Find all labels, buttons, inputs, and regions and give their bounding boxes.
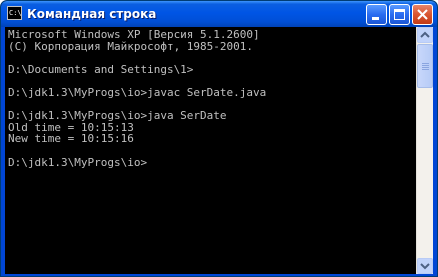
window-frame-right[interactable] [433,27,437,276]
minimize-icon [372,17,379,20]
console-line: D:\Documents and Settings\1> [8,62,194,76]
close-icon [417,9,428,20]
cmd-icon[interactable]: C:\ [7,6,22,20]
scroll-grip-line [422,63,429,64]
minimize-button[interactable] [366,4,387,25]
scroll-up-arrow-icon [420,31,430,38]
console-line: (С) Корпорация Майкрософт, 1985-2001. [8,39,254,53]
cmd-window: C:\ Командная строка Microsoft Windows X… [0,0,438,277]
scroll-grip-line [422,65,429,66]
scroll-down-arrow-icon [420,263,430,270]
title-bar[interactable]: C:\ Командная строка [1,1,437,27]
close-button[interactable] [412,4,433,25]
vertical-scrollbar[interactable] [416,27,433,274]
scroll-down-button[interactable] [417,258,433,274]
maximize-button[interactable] [389,4,410,25]
console-line: New time = 10:15:16 [8,132,134,146]
maximize-icon [394,9,405,20]
scroll-grip-line [422,69,429,70]
window-title: Командная строка [27,7,157,21]
scroll-grip-line [422,67,429,68]
scroll-thumb[interactable] [417,44,433,88]
console-text: Microsoft Windows XP [Версия 5.1.2600] (… [5,27,416,168]
scroll-up-button[interactable] [417,27,433,43]
console-line: D:\jdk1.3\MyProgs\io>javac SerDate.java [8,85,267,99]
console-line: D:\jdk1.3\MyProgs\io> [8,155,148,169]
console-output[interactable]: Microsoft Windows XP [Версия 5.1.2600] (… [5,27,416,274]
